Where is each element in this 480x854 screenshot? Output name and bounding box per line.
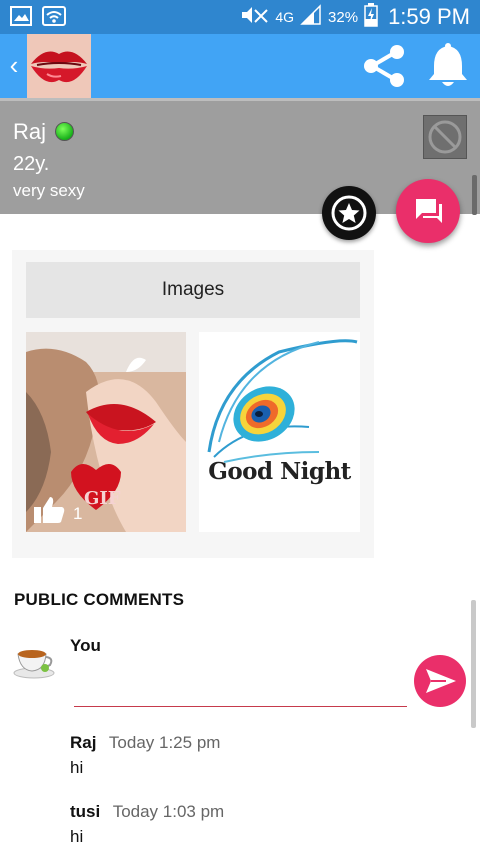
image-thumbnail[interactable]: Good Night xyxy=(199,332,360,532)
comment-author[interactable]: Raj xyxy=(70,733,96,752)
like-count: 1 xyxy=(73,504,83,523)
comment-text: hi xyxy=(70,827,84,846)
comment-input-author: You xyxy=(70,636,101,655)
comment-text: hi xyxy=(70,758,84,777)
profile-name: Raj xyxy=(13,119,47,144)
comment-item: tusi Today 1:03 pm hi xyxy=(70,802,224,847)
share-icon[interactable] xyxy=(360,42,408,90)
comment-author[interactable]: tusi xyxy=(70,802,100,821)
wifi-icon xyxy=(42,6,66,31)
network-type: 4G xyxy=(275,9,295,25)
clock: 1:59 PM xyxy=(388,4,470,29)
content-scrollbar[interactable] xyxy=(471,600,476,728)
status-bar: 4G 32% 1:59 PM xyxy=(0,0,480,34)
send-button[interactable] xyxy=(414,655,466,707)
gallery-icon xyxy=(10,6,32,31)
avatar[interactable] xyxy=(27,34,91,98)
chat-button[interactable] xyxy=(396,179,460,243)
gif-badge: GIF xyxy=(84,488,121,509)
gif-thumbnail[interactable]: GIF 1 xyxy=(26,332,186,532)
profile-age: 22y. xyxy=(13,153,50,175)
chat-icon xyxy=(416,199,442,223)
battery-percent: 32% xyxy=(328,8,359,26)
send-icon xyxy=(426,669,456,693)
like-icon[interactable] xyxy=(34,495,68,530)
bell-icon[interactable] xyxy=(426,42,470,90)
comment-time: Today 1:03 pm xyxy=(112,802,225,821)
comment-item: Raj Today 1:25 pm hi xyxy=(70,733,220,778)
tea-cup-avatar xyxy=(12,640,56,680)
tab-images[interactable]: Images xyxy=(26,262,360,318)
signal-icon xyxy=(300,4,322,30)
block-user-button[interactable] xyxy=(423,115,467,159)
images-card: Images GIF 1 Good Night xyxy=(12,250,374,558)
app-bar: ‹ xyxy=(0,34,480,98)
back-icon[interactable]: ‹ xyxy=(4,50,24,80)
image-caption: Good Night xyxy=(208,458,351,485)
battery-charging-icon xyxy=(364,3,378,31)
public-comments-title: PUBLIC COMMENTS xyxy=(14,590,185,609)
profile-scrollbar[interactable] xyxy=(472,175,477,215)
profile-status-text: very sexy xyxy=(13,181,85,200)
comment-time: Today 1:25 pm xyxy=(108,733,221,752)
favorite-button[interactable] xyxy=(322,186,376,240)
star-icon xyxy=(331,195,367,231)
comment-input[interactable] xyxy=(74,675,407,707)
mute-icon xyxy=(239,4,269,30)
online-status-icon xyxy=(55,122,74,141)
app-screen: 4G 32% 1:59 PM ‹ Raj 22y. very sexy Imag… xyxy=(0,0,480,854)
